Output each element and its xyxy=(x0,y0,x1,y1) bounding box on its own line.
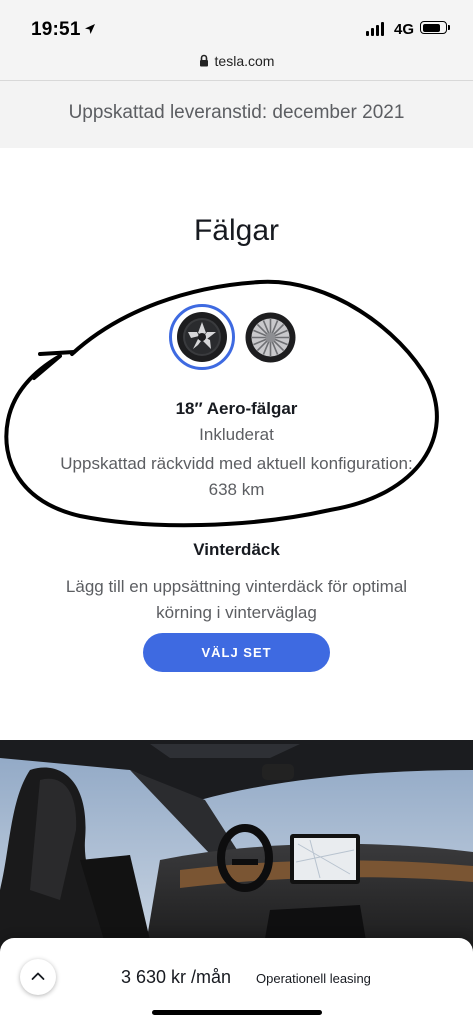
browser-url-bar[interactable]: tesla.com xyxy=(0,46,473,81)
battery-icon xyxy=(420,21,450,34)
choose-set-button[interactable]: VÄLJ SET xyxy=(143,633,330,672)
url-text: tesla.com xyxy=(214,53,275,69)
price-summary-bar: 3 630 kr /mån Operationell leasing xyxy=(0,938,473,1024)
expand-summary-button[interactable] xyxy=(20,959,56,995)
delivery-banner: Uppskattad leveranstid: december 2021 xyxy=(0,81,473,148)
winter-tires-title: Vinterdäck xyxy=(193,540,280,559)
status-time: 19:51 xyxy=(31,19,81,40)
leasing-type-label: Operationell leasing xyxy=(256,971,371,986)
lock-icon xyxy=(199,54,209,70)
cellular-signal-icon xyxy=(366,22,384,36)
wheels-section-title: Fälgar xyxy=(193,214,280,247)
chevron-up-icon xyxy=(31,972,45,980)
hand-drawn-circle-annotation xyxy=(4,279,439,528)
status-bar: 19:51 4G xyxy=(0,0,473,46)
home-indicator xyxy=(152,1010,322,1015)
network-type: 4G xyxy=(394,21,415,38)
monthly-price: 3 630 kr /mån xyxy=(121,967,232,987)
winter-tires-description: Lägg till en uppsättning vinterdäck för … xyxy=(65,577,408,622)
delivery-estimate-text: Uppskattad leveranstid: december 2021 xyxy=(68,102,405,123)
location-arrow-icon xyxy=(84,22,96,40)
url-display[interactable]: tesla.com xyxy=(0,53,473,70)
